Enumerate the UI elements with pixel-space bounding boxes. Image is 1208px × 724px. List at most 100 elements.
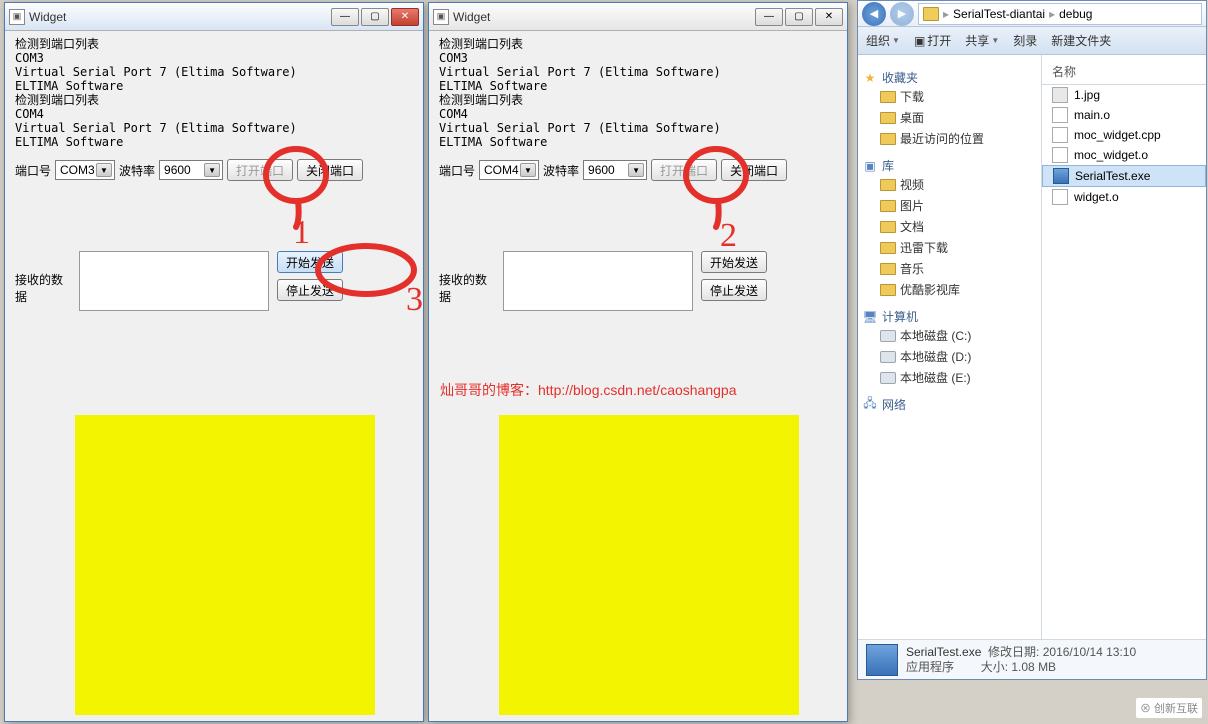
folder-tree: ★收藏夹下载桌面最近访问的位置▣库视频图片文档迅雷下载音乐优酷影视库🖥计算机本地…: [858, 55, 1042, 639]
share-menu[interactable]: 共享▼: [965, 32, 999, 49]
baud-combo[interactable]: 9600▼: [159, 160, 223, 180]
recv-label: 接收的数据: [15, 271, 71, 305]
file-row[interactable]: 1.jpg: [1042, 85, 1206, 105]
explorer-nav: ◀ ▶ ▸ SerialTest-diantai ▸ debug: [858, 1, 1206, 27]
file-row[interactable]: main.o: [1042, 105, 1206, 125]
yellow-display: [75, 415, 375, 715]
tree-item[interactable]: 迅雷下载: [862, 237, 1037, 258]
site-watermark: ⊗ 创新互联: [1136, 698, 1202, 718]
file-name: main.o: [1074, 108, 1110, 122]
organize-menu[interactable]: 组织▼: [866, 32, 900, 49]
titlebar[interactable]: ▣ Widget — ▢ ✕: [429, 3, 847, 31]
stop-send-button[interactable]: 停止发送: [701, 279, 767, 301]
yellow-display: [499, 415, 799, 715]
tree-item[interactable]: 优酷影视库: [862, 279, 1037, 300]
minimize-button[interactable]: —: [331, 8, 359, 26]
status-filename: SerialTest.exe: [906, 645, 981, 659]
app-icon: ▣: [9, 9, 25, 25]
status-bar: SerialTest.exe 修改日期: 2016/10/14 13:10 应用…: [858, 639, 1206, 679]
window-title: Widget: [453, 10, 753, 24]
tree-item[interactable]: 最近访问的位置: [862, 128, 1037, 149]
minimize-button[interactable]: —: [755, 8, 783, 26]
explorer-body: ★收藏夹下载桌面最近访问的位置▣库视频图片文档迅雷下载音乐优酷影视库🖥计算机本地…: [858, 55, 1206, 639]
titlebar[interactable]: ▣ Widget — ▢ ✕: [5, 3, 423, 31]
file-icon: [1052, 107, 1068, 123]
close-button[interactable]: ✕: [391, 8, 419, 26]
file-row[interactable]: SerialTest.exe: [1042, 165, 1206, 187]
widget-window-1: ▣ Widget — ▢ ✕ 检测到端口列表 COM3 Virtual Seri…: [4, 2, 424, 722]
chevron-down-icon: ▼: [628, 163, 644, 177]
port-combo[interactable]: COM4▼: [479, 160, 539, 180]
file-icon: [1052, 147, 1068, 163]
file-icon: [1052, 87, 1068, 103]
window-controls: — ▢ ✕: [753, 8, 843, 26]
start-send-button[interactable]: 开始发送: [277, 251, 343, 273]
open-button[interactable]: ▣ 打开: [914, 32, 951, 49]
column-header[interactable]: 名称: [1042, 59, 1206, 85]
file-icon: [1052, 189, 1068, 205]
data-area: 接收的数据 开始发送 停止发送: [15, 251, 413, 311]
app-icon: ▣: [433, 9, 449, 25]
file-name: moc_widget.o: [1074, 148, 1148, 162]
chevron-down-icon: ▼: [96, 163, 112, 177]
breadcrumb-item[interactable]: SerialTest-diantai: [953, 7, 1045, 21]
status-kind: 应用程序: [906, 660, 954, 674]
tree-item[interactable]: 本地磁盘 (D:): [862, 346, 1037, 367]
baud-combo[interactable]: 9600▼: [583, 160, 647, 180]
widget-window-2: ▣ Widget — ▢ ✕ 检测到端口列表 COM3 Virtual Seri…: [428, 2, 848, 722]
status-size: 1.08 MB: [1011, 660, 1056, 674]
tree-item[interactable]: 文档: [862, 216, 1037, 237]
file-row[interactable]: moc_widget.cpp: [1042, 125, 1206, 145]
tree-item[interactable]: 音乐: [862, 258, 1037, 279]
baud-label: 波特率: [543, 162, 579, 179]
recv-textbox[interactable]: [79, 251, 269, 311]
close-port-button[interactable]: 关闭端口: [297, 159, 363, 181]
file-name: 1.jpg: [1074, 88, 1100, 102]
maximize-button[interactable]: ▢: [361, 8, 389, 26]
port-list: 检测到端口列表 COM3 Virtual Serial Port 7 (Elti…: [439, 37, 837, 149]
stop-send-button[interactable]: 停止发送: [277, 279, 343, 301]
folder-icon: [923, 7, 939, 21]
file-name: widget.o: [1074, 190, 1119, 204]
file-type-icon: [866, 644, 898, 676]
port-label: 端口号: [15, 162, 51, 179]
chevron-down-icon: ▼: [204, 163, 220, 177]
tree-item[interactable]: 本地磁盘 (C:): [862, 325, 1037, 346]
tree-item[interactable]: 本地磁盘 (E:): [862, 367, 1037, 388]
forward-button[interactable]: ▶: [890, 2, 914, 26]
port-combo[interactable]: COM3▼: [55, 160, 115, 180]
baud-label: 波特率: [119, 162, 155, 179]
burn-button[interactable]: 刻录: [1013, 32, 1037, 49]
breadcrumb-item[interactable]: debug: [1059, 7, 1092, 21]
data-area: 接收的数据 开始发送 停止发送: [439, 251, 837, 311]
file-row[interactable]: moc_widget.o: [1042, 145, 1206, 165]
port-list: 检测到端口列表 COM3 Virtual Serial Port 7 (Elti…: [15, 37, 413, 149]
open-port-button[interactable]: 打开端口: [651, 159, 717, 181]
file-icon: [1052, 127, 1068, 143]
widget-body: 检测到端口列表 COM3 Virtual Serial Port 7 (Elti…: [429, 31, 847, 721]
widget-body: 检测到端口列表 COM3 Virtual Serial Port 7 (Elti…: [5, 31, 423, 721]
maximize-button[interactable]: ▢: [785, 8, 813, 26]
tree-item[interactable]: 桌面: [862, 107, 1037, 128]
open-port-button[interactable]: 打开端口: [227, 159, 293, 181]
blog-watermark: 灿哥哥的博客：http://blog.csdn.net/caoshangpa: [440, 380, 736, 400]
recv-label: 接收的数据: [439, 271, 495, 305]
tree-item[interactable]: 视频: [862, 174, 1037, 195]
explorer-toolbar: 组织▼ ▣ 打开 共享▼ 刻录 新建文件夹: [858, 27, 1206, 55]
tree-item[interactable]: 下载: [862, 86, 1037, 107]
close-button[interactable]: ✕: [815, 8, 843, 26]
file-row[interactable]: widget.o: [1042, 187, 1206, 207]
chevron-down-icon: ▼: [520, 163, 536, 177]
file-explorer: ◀ ▶ ▸ SerialTest-diantai ▸ debug 组织▼ ▣ 打…: [857, 0, 1207, 680]
file-icon: [1053, 168, 1069, 184]
port-controls: 端口号 COM3▼ 波特率 9600▼ 打开端口 关闭端口: [15, 159, 413, 181]
close-port-button[interactable]: 关闭端口: [721, 159, 787, 181]
back-button[interactable]: ◀: [862, 2, 886, 26]
start-send-button[interactable]: 开始发送: [701, 251, 767, 273]
recv-textbox[interactable]: [503, 251, 693, 311]
port-label: 端口号: [439, 162, 475, 179]
new-folder-button[interactable]: 新建文件夹: [1051, 32, 1111, 49]
status-date: 2016/10/14 13:10: [1043, 645, 1136, 659]
breadcrumb[interactable]: ▸ SerialTest-diantai ▸ debug: [918, 3, 1202, 25]
tree-item[interactable]: 图片: [862, 195, 1037, 216]
